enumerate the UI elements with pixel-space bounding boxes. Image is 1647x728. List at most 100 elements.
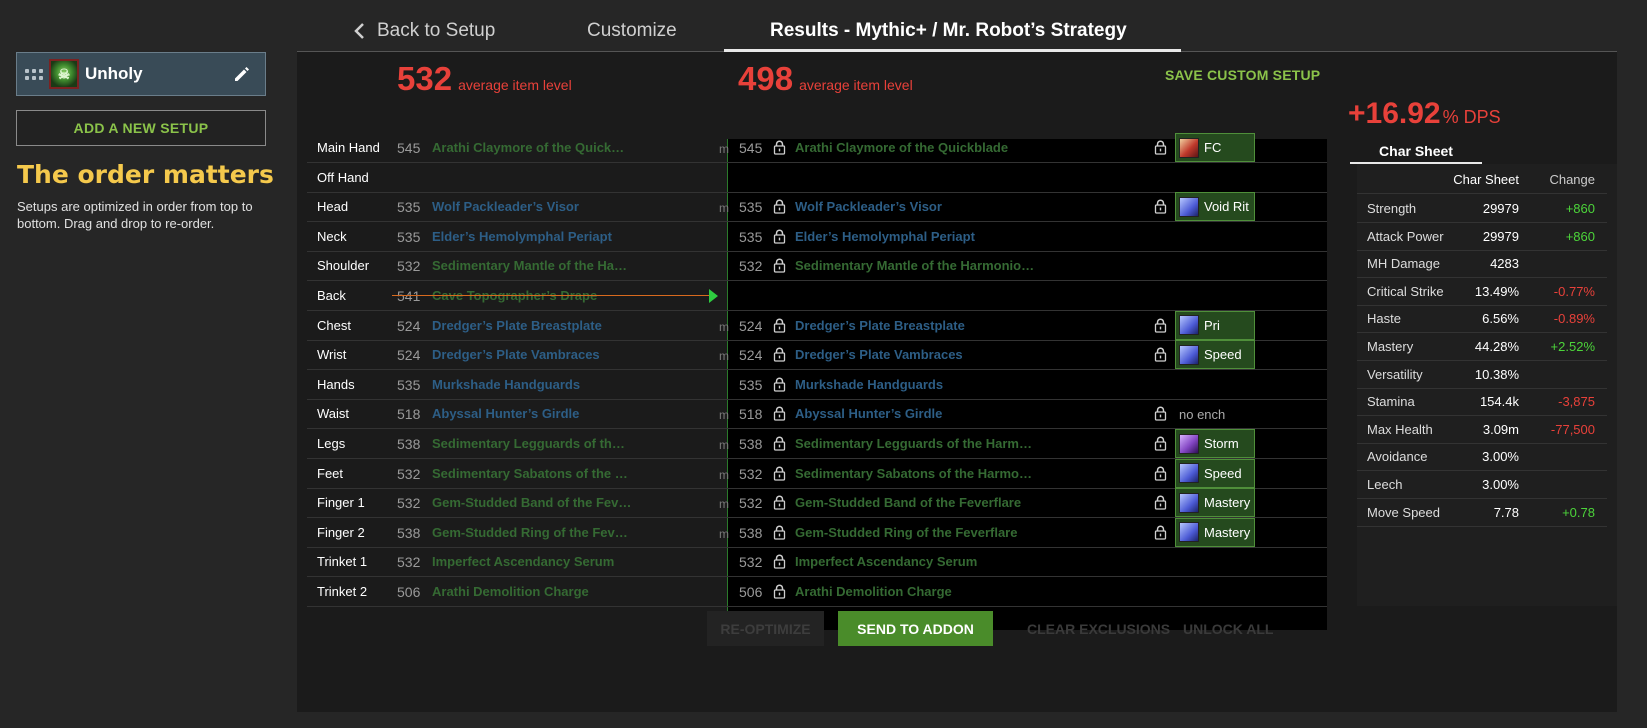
current-item-name[interactable]: Gem-Studded Ring of the Feverflare <box>432 525 632 540</box>
enchant-lock-icon[interactable] <box>1154 466 1167 481</box>
tab-char-sheet[interactable]: Char Sheet <box>1350 143 1482 159</box>
tab-back-to-setup[interactable]: Back to Setup <box>353 20 495 42</box>
unlock-all-button[interactable]: UNLOCK ALL <box>1183 621 1273 637</box>
current-item-name[interactable]: Wolf Packleader’s Visor <box>432 199 632 214</box>
current-item-name[interactable]: Arathi Claymore of the Quickblade <box>432 140 632 155</box>
enchant-lock-icon[interactable] <box>1154 318 1167 333</box>
dps-change-value: +16.92 <box>1348 97 1441 130</box>
stat-value: 3.00% <box>1482 449 1519 465</box>
setup-item-unholy[interactable]: ☠ Unholy <box>16 52 266 96</box>
current-item-name[interactable]: Abyssal Hunter’s Girdle <box>432 406 632 421</box>
enchant-badge[interactable]: Speed <box>1175 340 1255 370</box>
stat-value: 13.49% <box>1474 283 1519 299</box>
optimized-item-name[interactable]: Gem-Studded Band of the Feverflare <box>795 495 1035 510</box>
lock-icon[interactable] <box>773 525 786 540</box>
enchant-badge[interactable]: Void Rit <box>1175 192 1255 222</box>
enchant-badge[interactable]: Mastery <box>1175 517 1255 547</box>
lock-icon[interactable] <box>773 377 786 392</box>
stat-row: Leech 3.00% <box>1357 470 1607 499</box>
optimized-item-name[interactable]: Sedimentary Legguards of the Harmonious <box>795 436 1035 451</box>
lock-icon[interactable] <box>773 495 786 510</box>
current-item-name[interactable]: Arathi Demolition Charge <box>432 584 632 599</box>
current-item-level: 532 <box>397 554 421 571</box>
enchant-lock-icon[interactable] <box>1154 436 1167 451</box>
current-item-name[interactable]: Sedimentary Sabatons of the Harmonious <box>432 466 632 481</box>
item-suffix-marker: m <box>719 201 729 216</box>
stat-name: MH Damage <box>1367 256 1440 272</box>
current-item-name[interactable]: Imperfect Ascendancy Serum <box>432 554 632 569</box>
current-item-name[interactable]: Dredger’s Plate Breastplate <box>432 318 632 333</box>
optimized-item-name[interactable]: Sedimentary Sabatons of the Harmonious <box>795 466 1035 481</box>
pencil-icon[interactable] <box>227 59 257 89</box>
stat-change: +860 <box>1565 228 1595 244</box>
optimized-item-level: 538 <box>739 436 763 452</box>
enchant-lock-icon[interactable] <box>1154 406 1167 422</box>
tab-customize[interactable]: Customize <box>587 20 677 42</box>
send-to-addon-button[interactable]: SEND TO ADDON <box>838 611 993 646</box>
stat-name: Max Health <box>1367 421 1433 437</box>
enchant-icon <box>1179 344 1199 365</box>
lock-icon[interactable] <box>773 554 786 570</box>
optimized-item-name[interactable]: Elder’s Hemolymphal Periapt <box>795 229 1035 244</box>
optimized-item-name[interactable]: Dredger’s Plate Breastplate <box>795 318 1035 333</box>
optimized-item-name[interactable]: Imperfect Ascendancy Serum <box>795 554 1035 569</box>
current-item-name[interactable]: Elder’s Hemolymphal Periapt <box>432 229 632 244</box>
stat-value: 4283 <box>1490 256 1519 272</box>
optimized-item-name[interactable]: Sedimentary Mantle of the Harmonious <box>795 258 1035 273</box>
save-custom-setup-button[interactable]: SAVE CUSTOM SETUP <box>1165 67 1320 83</box>
current-item-name[interactable]: Dredger’s Plate Vambraces <box>432 347 632 362</box>
stat-name: Haste <box>1367 311 1401 327</box>
current-item-name[interactable]: Gem-Studded Band of the Feverflare <box>432 495 632 510</box>
lock-icon[interactable] <box>773 140 786 155</box>
optimized-item-level: 524 <box>739 317 763 334</box>
lock-icon[interactable] <box>773 406 786 422</box>
enchant-lock-icon[interactable] <box>1154 525 1167 540</box>
drag-handle-icon[interactable] <box>17 68 43 80</box>
current-item-name[interactable]: Sedimentary Mantle of the Harmonious <box>432 258 632 273</box>
enchant-icon <box>1179 492 1199 513</box>
enchant-lock-icon[interactable] <box>1154 495 1167 510</box>
enchant-lock-icon[interactable] <box>1154 347 1167 362</box>
enchant-lock-icon[interactable] <box>1154 199 1167 214</box>
optimized-item-name[interactable]: Wolf Packleader’s Visor <box>795 199 1035 214</box>
lock-icon[interactable] <box>773 466 786 481</box>
optimized-item-level: 532 <box>739 495 763 512</box>
enchant-badge[interactable]: Mastery <box>1175 488 1255 518</box>
add-new-setup-button[interactable]: ADD A NEW SETUP <box>16 110 266 146</box>
gear-slot-label: Trinket 2 <box>317 584 368 599</box>
lock-icon[interactable] <box>773 229 786 244</box>
enchant-badge[interactable]: Storm <box>1175 429 1255 458</box>
current-item-name[interactable]: Murkshade Handguards <box>432 377 632 392</box>
stat-change: +0.78 <box>1562 504 1595 520</box>
optimized-item-level: 535 <box>739 199 763 216</box>
enchant-badge[interactable]: Speed <box>1175 458 1255 488</box>
lock-icon[interactable] <box>773 584 786 599</box>
gear-slot-label: Chest <box>317 317 351 333</box>
enchant-lock-icon[interactable] <box>1154 140 1167 155</box>
optimized-item-name[interactable]: Dredger’s Plate Vambraces <box>795 347 1035 362</box>
tab-results[interactable]: Results - Mythic+ / Mr. Robot’s Strategy <box>770 20 1127 42</box>
enchant-icon <box>1179 315 1199 336</box>
optimized-item-name[interactable]: Murkshade Handguards <box>795 377 1035 392</box>
optimized-item-name[interactable]: Gem-Studded Ring of the Feverflare <box>795 525 1035 540</box>
enchant-icon <box>1179 137 1199 158</box>
lock-icon[interactable] <box>773 199 786 214</box>
lock-icon[interactable] <box>773 258 786 274</box>
clear-exclusions-button[interactable]: CLEAR EXCLUSIONS <box>1027 621 1170 637</box>
stat-value: 154.4k <box>1479 394 1519 410</box>
enchant-icon <box>1179 522 1199 543</box>
optimized-item-name[interactable]: Abyssal Hunter’s Girdle <box>795 406 1035 421</box>
optimized-item-level: 532 <box>739 258 763 275</box>
gear-row: Waist 518 Abyssal Hunter’s Girdle m 518 Abyss… <box>307 398 1327 430</box>
optimized-item-level: 506 <box>739 584 763 600</box>
optimized-item-name[interactable]: Arathi Claymore of the Quickblade <box>795 140 1035 155</box>
optimized-item-name[interactable]: Arathi Demolition Charge <box>795 584 1035 599</box>
current-item-name[interactable]: Sedimentary Legguards of the Harmonious <box>432 436 632 451</box>
lock-icon[interactable] <box>773 436 786 451</box>
enchant-badge[interactable]: FC <box>1175 133 1255 162</box>
lock-icon[interactable] <box>773 318 786 333</box>
gear-row: Hands 535 Murkshade Handguards 535 Murkshade… <box>307 369 1327 400</box>
enchant-badge[interactable]: Pri <box>1175 310 1255 340</box>
lock-icon[interactable] <box>773 347 786 362</box>
reoptimize-button[interactable]: RE-OPTIMIZE <box>707 611 824 646</box>
